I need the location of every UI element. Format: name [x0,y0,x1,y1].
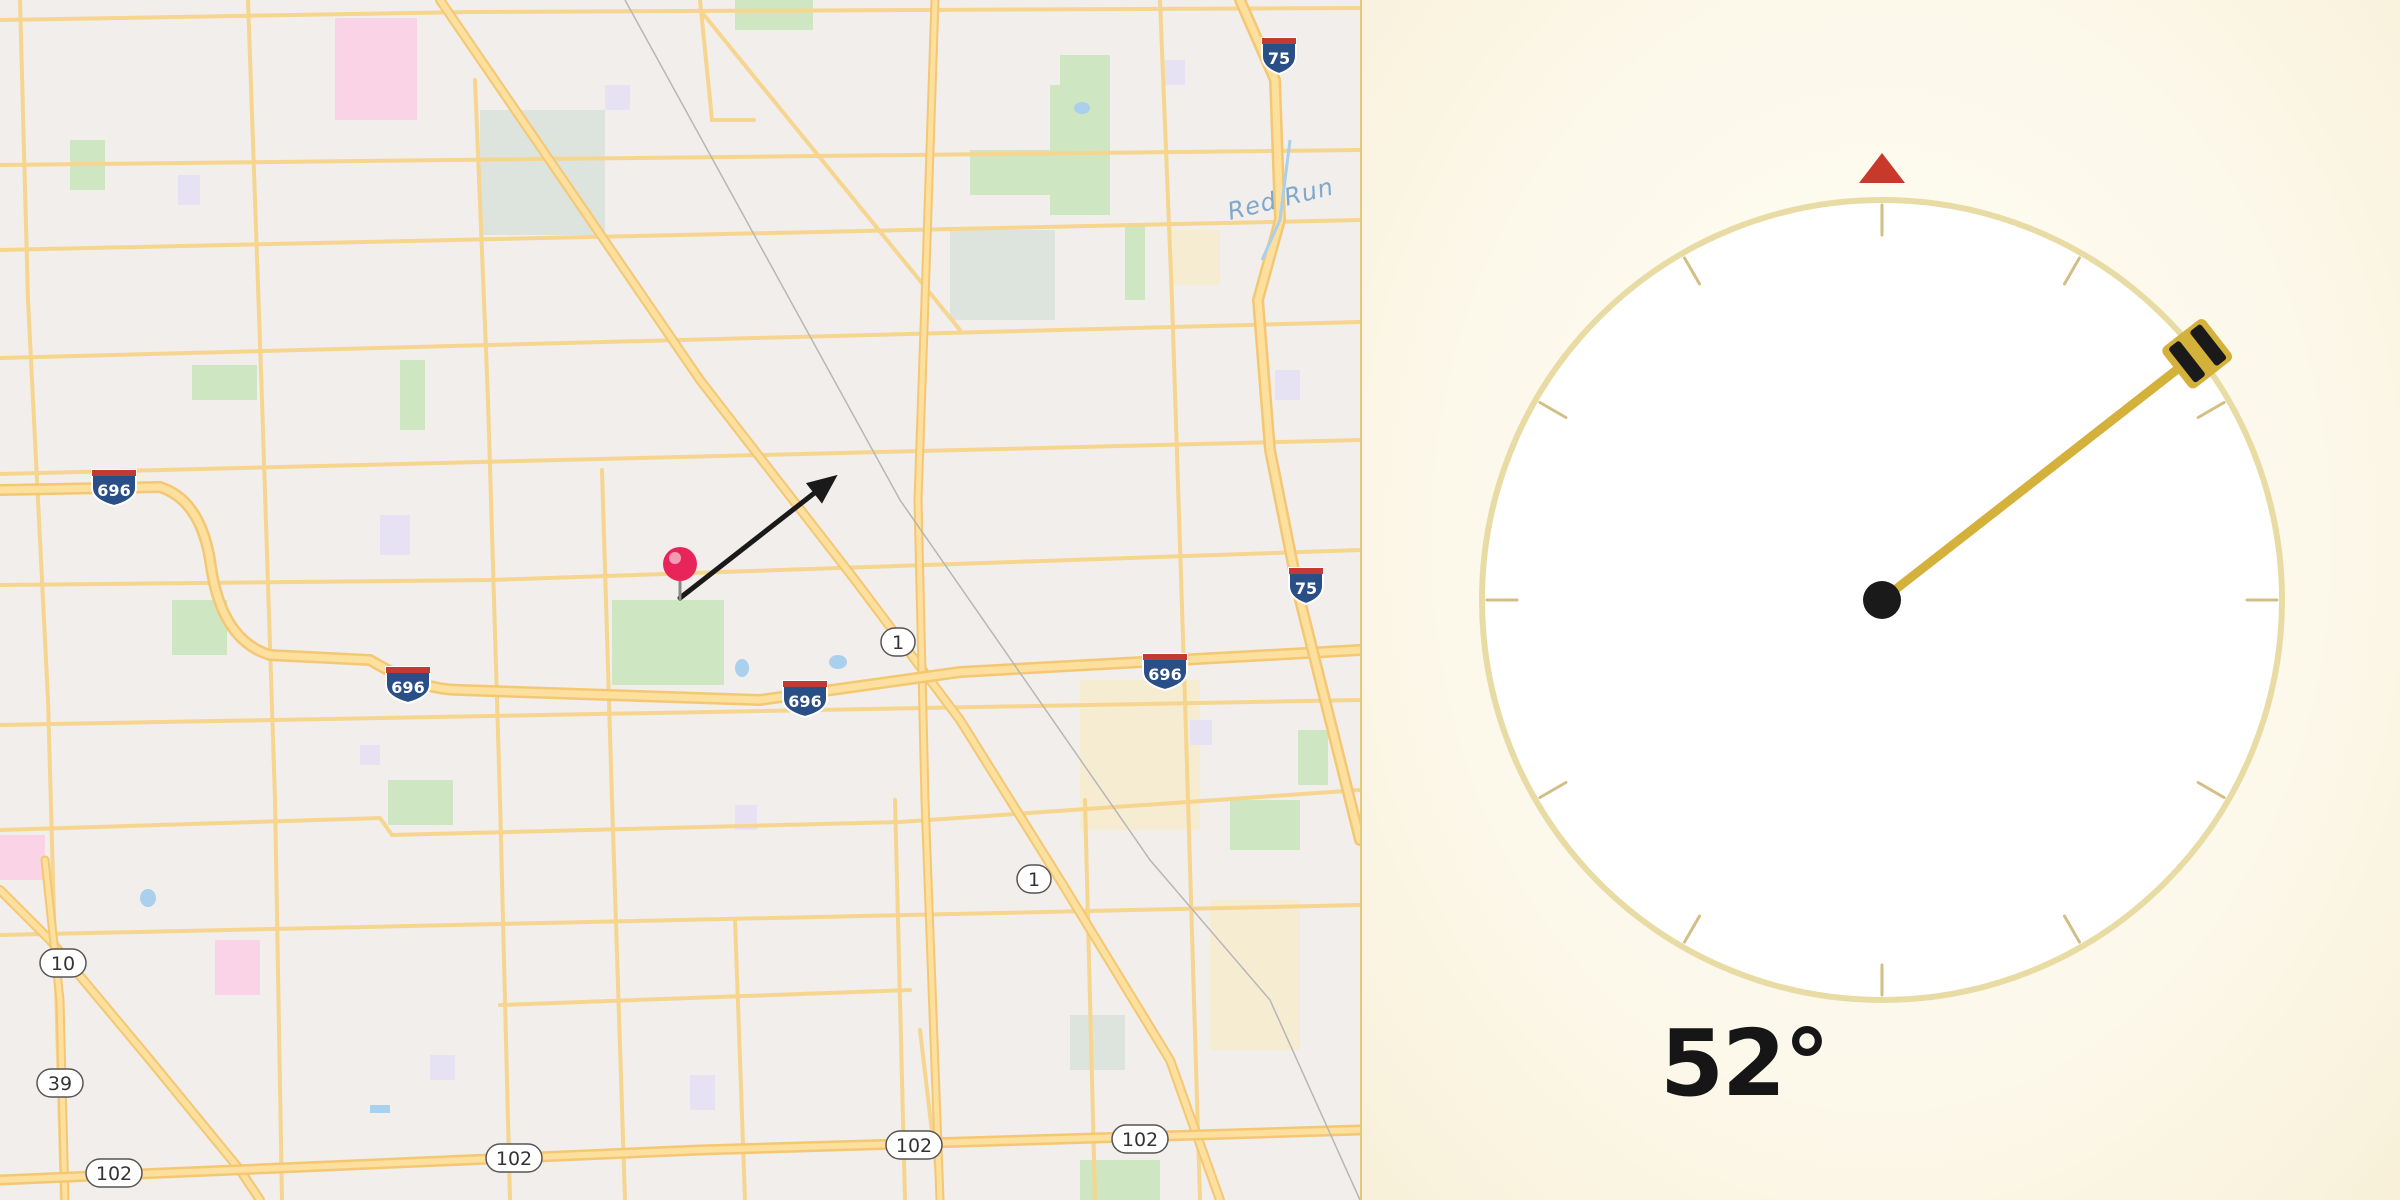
svg-text:102: 102 [896,1135,932,1157]
svg-text:696: 696 [97,481,130,500]
svg-text:1: 1 [892,632,904,654]
interstate-shield-75-top: 75 [1261,37,1297,76]
svg-text:75: 75 [1268,49,1290,68]
svg-text:10: 10 [51,953,75,975]
svg-text:102: 102 [96,1163,132,1185]
interstate-shield-696-mid-left: 696 [385,666,431,705]
map-canvas[interactable]: Red Run 75 75 696 696 696 696 1 1 10 39 … [0,0,1360,1200]
svg-text:39: 39 [48,1073,72,1095]
svg-text:696: 696 [1148,665,1181,684]
heading-readout: 52° [1659,1010,1830,1117]
compass-center-pivot [1863,581,1901,619]
compass-panel: 52° [1362,0,2400,1200]
north-marker-icon [1859,153,1905,183]
route-label-102-d: 102 [1111,1124,1169,1154]
map-view[interactable]: Red Run 75 75 696 696 696 696 1 1 10 39 … [0,0,1362,1200]
route-label-10: 10 [39,948,87,978]
svg-text:102: 102 [496,1148,532,1170]
location-pin-icon[interactable] [663,547,697,600]
interstate-shield-696-left: 696 [91,469,137,508]
land-use-areas [0,0,1328,1200]
route-label-102-c: 102 [885,1130,943,1160]
route-label-102-b: 102 [485,1143,543,1173]
route-label-1-upper: 1 [880,627,916,657]
route-label-1-lower: 1 [1016,864,1052,894]
svg-text:1: 1 [1028,869,1040,891]
svg-text:102: 102 [1122,1129,1158,1151]
svg-text:75: 75 [1295,579,1317,598]
interstate-shield-75-right: 75 [1288,567,1324,606]
route-label-39: 39 [36,1068,84,1098]
svg-text:696: 696 [788,692,821,711]
heading-arrow [677,474,838,601]
svg-text:696: 696 [391,678,424,697]
route-label-102-a: 102 [85,1158,143,1188]
